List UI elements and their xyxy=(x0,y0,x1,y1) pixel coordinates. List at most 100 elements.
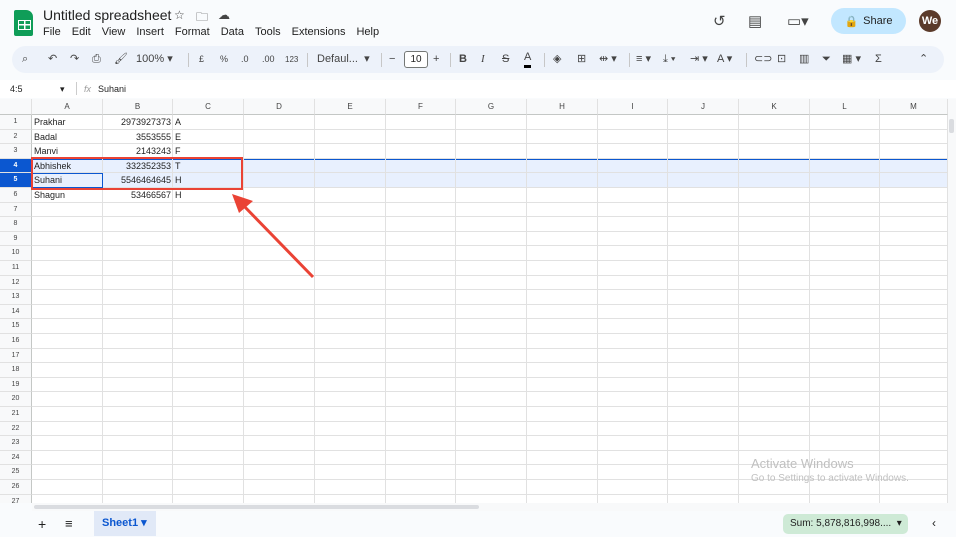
text-rotation-icon[interactable]: A ▾ xyxy=(717,46,732,73)
number-format-button[interactable]: 123 xyxy=(285,46,298,73)
row-header-10[interactable]: 10 xyxy=(0,246,32,261)
menu-help[interactable]: Help xyxy=(356,26,379,38)
percent-button[interactable]: % xyxy=(220,46,228,73)
sheet-tab-sheet1[interactable]: Sheet1 ▾ xyxy=(94,511,156,536)
row-header-27[interactable]: 27 xyxy=(0,494,32,503)
functions-button[interactable]: Σ xyxy=(875,46,882,73)
row-header-1[interactable]: 1 xyxy=(0,115,32,130)
vertical-align-icon[interactable]: ⤓ ▾ xyxy=(663,46,676,73)
menu-view[interactable]: View xyxy=(102,26,126,38)
text-wrap-icon[interactable]: ⇥ ▾ xyxy=(690,46,708,73)
spreadsheet-grid[interactable]: A B C D E F G H I J K L M 1 2 3 4 5 6 7 8 9 10 11 12 13 14 15 16 17 18… xyxy=(0,99,948,503)
column-header-d[interactable]: D xyxy=(244,99,315,115)
name-box[interactable]: 4:5 xyxy=(10,84,23,94)
cell-a6[interactable]: Shagun xyxy=(32,188,103,202)
cell-b1[interactable]: 2973927373 xyxy=(103,115,173,129)
menu-data[interactable]: Data xyxy=(221,26,244,38)
cell-a2[interactable]: Badal xyxy=(32,130,103,144)
decrease-decimal-button[interactable]: .0 xyxy=(241,46,249,73)
vertical-scrollbar[interactable] xyxy=(948,99,956,511)
row-header-11[interactable]: 11 xyxy=(0,261,32,276)
row-header-6[interactable]: 6 xyxy=(0,188,32,203)
formula-input[interactable]: Suhani xyxy=(98,84,126,94)
row-header-15[interactable]: 15 xyxy=(0,319,32,334)
avatar[interactable]: We xyxy=(919,10,941,32)
add-sheet-icon[interactable]: + xyxy=(38,516,46,532)
currency-button[interactable]: £ xyxy=(199,46,204,73)
increase-decimal-button[interactable]: .00 xyxy=(262,46,275,73)
link-icon[interactable]: ⊂⊃ xyxy=(754,46,772,73)
zoom-select[interactable]: 100% ▾ xyxy=(136,46,173,73)
row-header-9[interactable]: 9 xyxy=(0,231,32,247)
insert-chart-icon[interactable]: ▥ xyxy=(799,46,809,73)
row-header-17[interactable]: 17 xyxy=(0,348,32,364)
column-header-k[interactable]: K xyxy=(739,99,810,115)
row-header-26[interactable]: 26 xyxy=(0,480,32,495)
horizontal-scrollbar[interactable] xyxy=(32,503,948,511)
row-header-14[interactable]: 14 xyxy=(0,304,32,320)
cell-c1[interactable]: A xyxy=(173,115,244,129)
share-button[interactable]: 🔒 Share xyxy=(831,8,906,34)
column-header-b[interactable]: B xyxy=(103,99,173,115)
side-panel-toggle-icon[interactable]: ‹ xyxy=(932,516,936,530)
font-select[interactable]: Defaul... ▾ xyxy=(317,46,370,73)
borders-icon[interactable]: ⊞ xyxy=(577,46,586,73)
row-header-8[interactable]: 8 xyxy=(0,217,32,232)
horizontal-align-icon[interactable]: ≡ ▾ xyxy=(636,46,651,73)
column-header-h[interactable]: H xyxy=(527,99,598,115)
redo-icon[interactable]: ↷ xyxy=(70,46,79,73)
cell-b2[interactable]: 3553555 xyxy=(103,130,173,144)
row-header-5[interactable]: 5 xyxy=(0,173,32,188)
menu-file[interactable]: File xyxy=(43,26,61,38)
all-sheets-icon[interactable]: ≡ xyxy=(65,516,73,531)
menu-edit[interactable]: Edit xyxy=(72,26,91,38)
name-box-dropdown-icon[interactable]: ▾ xyxy=(60,84,65,95)
column-header-j[interactable]: J xyxy=(668,99,739,115)
sum-badge[interactable]: Sum: 5,878,816,998.... ▾ xyxy=(783,514,908,534)
sheets-logo[interactable] xyxy=(14,10,33,36)
cell-c2[interactable]: E xyxy=(173,130,244,144)
row-header-20[interactable]: 20 xyxy=(0,392,32,407)
row-header-24[interactable]: 24 xyxy=(0,450,32,466)
row-header-19[interactable]: 19 xyxy=(0,377,32,393)
row-header-23[interactable]: 23 xyxy=(0,436,32,451)
menu-tools[interactable]: Tools xyxy=(255,26,281,38)
bold-button[interactable]: B xyxy=(459,46,467,73)
italic-button[interactable]: I xyxy=(481,46,485,73)
collapse-toolbar-icon[interactable]: ⌃ xyxy=(919,46,928,73)
comments-icon[interactable]: ▤ xyxy=(748,12,762,30)
cell-a1[interactable]: Prakhar xyxy=(32,115,103,129)
column-header-e[interactable]: E xyxy=(315,99,386,115)
row-header-25[interactable]: 25 xyxy=(0,465,32,480)
column-header-c[interactable]: C xyxy=(173,99,244,115)
meet-icon[interactable]: ▭▾ xyxy=(787,12,809,30)
menu-format[interactable]: Format xyxy=(175,26,210,38)
document-title[interactable]: Untitled spreadsheet xyxy=(43,7,171,23)
row-header-12[interactable]: 12 xyxy=(0,275,32,291)
column-header-i[interactable]: I xyxy=(598,99,668,115)
column-header-m[interactable]: M xyxy=(880,99,948,115)
column-header-l[interactable]: L xyxy=(810,99,880,115)
text-color-icon[interactable]: A xyxy=(524,46,532,68)
font-size-input[interactable]: 10 xyxy=(404,51,428,68)
insert-comment-icon[interactable]: ⊡ xyxy=(777,46,786,73)
cloud-status-icon[interactable]: ☁ xyxy=(218,8,230,22)
filter-icon[interactable]: ⏷ xyxy=(822,46,831,73)
row-header-7[interactable]: 7 xyxy=(0,202,32,218)
print-icon[interactable]: ⎙ xyxy=(92,46,101,73)
strikethrough-icon[interactable]: S xyxy=(502,46,509,73)
row-header-21[interactable]: 21 xyxy=(0,407,32,422)
menu-extensions[interactable]: Extensions xyxy=(292,26,346,38)
star-icon[interactable]: ☆ xyxy=(174,8,185,22)
filter-views-icon[interactable]: ▦ ▾ xyxy=(842,46,861,73)
select-all-corner[interactable] xyxy=(0,99,32,115)
undo-icon[interactable]: ↶ xyxy=(48,46,57,73)
row-header-4[interactable]: 4 xyxy=(0,158,32,174)
fill-color-icon[interactable]: ◈ xyxy=(553,46,561,73)
row-header-18[interactable]: 18 xyxy=(0,363,32,378)
search-icon[interactable]: ⌕ xyxy=(22,46,28,73)
decrease-font-size-icon[interactable]: − xyxy=(389,46,395,73)
row-header-2[interactable]: 2 xyxy=(0,129,32,145)
row-header-3[interactable]: 3 xyxy=(0,144,32,159)
row-header-16[interactable]: 16 xyxy=(0,334,32,349)
